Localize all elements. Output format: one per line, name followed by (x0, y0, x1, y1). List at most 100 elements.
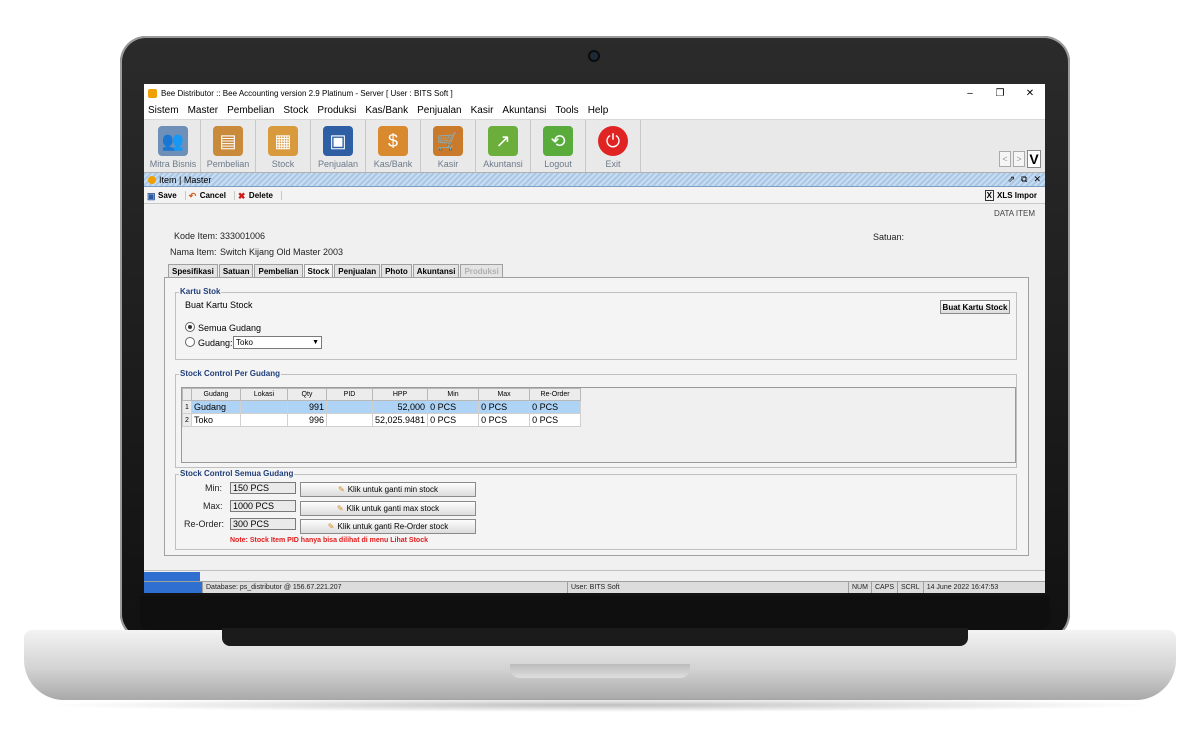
reorder-value-field: 300 PCS (230, 518, 296, 530)
nama-item-label: Nama Item: (170, 247, 217, 257)
column-header[interactable]: Lokasi (240, 388, 288, 401)
toolbar-logout-button[interactable]: ⟲ Logout (531, 120, 586, 172)
app-icon (148, 88, 157, 98)
stock-control-semua-group: Stock Control Semua Gudang Min: 150 PCS … (175, 469, 1017, 550)
close-child-button[interactable]: ✕ (1033, 174, 1041, 185)
cell-lokasi[interactable] (240, 413, 288, 427)
cell-reorder[interactable]: 0 PCS (529, 413, 582, 427)
cell-min[interactable]: 0 PCS (427, 400, 480, 414)
boxes-icon: ▦ (268, 126, 298, 156)
cell-gudang[interactable]: Toko (191, 413, 241, 427)
cell-max[interactable]: 0 PCS (478, 400, 531, 414)
change-max-label: Klik untuk ganti max stock (346, 504, 440, 513)
menu-kasir[interactable]: Kasir (471, 105, 494, 116)
toolbar-label: Kasir (437, 159, 459, 169)
menu-produksi[interactable]: Produksi (317, 105, 356, 116)
change-min-stock-button[interactable]: ✎ Klik untuk ganti min stock (300, 482, 476, 497)
tab-stock[interactable]: Stock (303, 264, 334, 278)
next-arrow-button[interactable]: > (1013, 151, 1025, 167)
cancel-label: Cancel (199, 190, 226, 200)
main-toolbar: 👥 Mitra Bisnis ▤ Pembelian ▦ Stock ▣ Penjual… (144, 120, 1045, 173)
semua-gudang-radio[interactable]: Semua Gudang (185, 322, 261, 333)
progress-bar (144, 572, 200, 581)
minimize-button[interactable]: – (955, 88, 985, 99)
tab-satuan[interactable]: Satuan (218, 264, 254, 278)
tab-produksi: Produksi (460, 264, 503, 278)
gudang-select[interactable]: Toko ▼ (233, 336, 322, 349)
toolbar-label: Logout (544, 159, 572, 169)
save-button[interactable]: ▣ Save (144, 190, 186, 201)
edit-icon: ✎ (338, 485, 345, 494)
prev-arrow-button[interactable]: < (999, 151, 1011, 167)
menu-kas-bank[interactable]: Kas/Bank (365, 105, 408, 116)
table-row[interactable]: 1 Gudang 991 52,000 0 PCS 0 PCS 0 PCS (182, 400, 582, 414)
menu-help[interactable]: Help (588, 105, 609, 116)
cell-lokasi[interactable] (240, 400, 288, 414)
menu-sistem[interactable]: Sistem (148, 105, 179, 116)
xls-impor-button[interactable]: X XLS Impor (984, 189, 1045, 201)
cell-hpp[interactable]: 52,000 (371, 400, 429, 414)
menu-master[interactable]: Master (188, 105, 219, 116)
status-bar: Database: ps_distributor @ 156.67.221.20… (144, 581, 1045, 593)
detach-child-button[interactable]: ⧉ (1021, 174, 1027, 185)
stock-control-semua-title: Stock Control Semua Gudang (179, 469, 295, 478)
window-menu-button[interactable]: V (1027, 150, 1041, 168)
column-header[interactable]: Gudang (191, 388, 241, 401)
laptop-shadow (40, 698, 1160, 712)
column-header[interactable]: Min (427, 388, 480, 401)
toolbar-mitra-bisnis-button[interactable]: 👥 Mitra Bisnis (146, 120, 201, 172)
toolbar-pembelian-button[interactable]: ▤ Pembelian (201, 120, 256, 172)
cancel-button[interactable]: ↶ Cancel (186, 190, 235, 201)
toolbar-stock-button[interactable]: ▦ Stock (256, 120, 311, 172)
stock-grid: Gudang Lokasi Qty PID HPP Min Max Re-Ord… (181, 387, 1016, 463)
menu-penjualan[interactable]: Penjualan (417, 105, 461, 116)
column-header[interactable]: PID (326, 388, 373, 401)
max-label: Max: (203, 501, 223, 511)
cell-gudang[interactable]: Gudang (191, 400, 241, 414)
menu-pembelian[interactable]: Pembelian (227, 105, 274, 116)
window-title: Bee Distributor :: Bee Accounting versio… (161, 88, 453, 98)
toolbar-exit-button[interactable]: ⏻ Exit (586, 120, 641, 172)
buat-kartu-stock-label: Buat Kartu Stock (185, 300, 253, 310)
section-label: DATA ITEM (993, 209, 1035, 218)
change-min-label: Klik untuk ganti min stock (347, 485, 438, 494)
gudang-radio[interactable]: Gudang: (185, 337, 233, 348)
cell-pid[interactable] (326, 413, 373, 427)
menu-tools[interactable]: Tools (555, 105, 578, 116)
restore-child-button[interactable]: ⇗ (1007, 174, 1015, 185)
menu-stock[interactable]: Stock (283, 105, 308, 116)
tab-penjualan[interactable]: Penjualan (334, 264, 381, 278)
buat-kartu-stock-button[interactable]: Buat Kartu Stock (940, 300, 1010, 314)
toolbar-penjualan-button[interactable]: ▣ Penjualan (311, 120, 366, 172)
cell-max[interactable]: 0 PCS (478, 413, 531, 427)
column-header[interactable]: Qty (287, 388, 327, 401)
cell-qty[interactable]: 991 (287, 400, 327, 414)
menu-akuntansi[interactable]: Akuntansi (502, 105, 546, 116)
toolbar-akuntansi-button[interactable]: ↗ Akuntansi (476, 120, 531, 172)
tab-photo[interactable]: Photo (381, 264, 412, 278)
toolbar-kas-bank-button[interactable]: $ Kas/Bank (366, 120, 421, 172)
tab-pembelian[interactable]: Pembelian (254, 264, 303, 278)
tab-akuntansi[interactable]: Akuntansi (412, 264, 460, 278)
tab-spesifikasi[interactable]: Spesifikasi (168, 264, 218, 278)
table-row[interactable]: 2 Toko 996 52,025.9481 0 PCS 0 PCS 0 PCS (182, 413, 582, 427)
column-header[interactable]: Re-Order (529, 388, 582, 401)
toolbar-label: Kas/Bank (373, 159, 413, 169)
cell-min[interactable]: 0 PCS (427, 413, 480, 427)
maximize-button[interactable]: ❐ (985, 88, 1015, 99)
cell-reorder[interactable]: 0 PCS (529, 400, 582, 414)
column-header[interactable]: Max (478, 388, 531, 401)
item-icon (148, 175, 156, 184)
cell-qty[interactable]: 996 (287, 413, 327, 427)
toolbar-kasir-button[interactable]: 🛒 Kasir (421, 120, 476, 172)
camera (590, 52, 598, 60)
change-reorder-stock-button[interactable]: ✎ Klik untuk ganti Re-Order stock (300, 519, 476, 534)
cell-pid[interactable] (326, 400, 373, 414)
change-max-stock-button[interactable]: ✎ Klik untuk ganti max stock (300, 501, 476, 516)
column-header[interactable]: HPP (371, 388, 429, 401)
cell-hpp[interactable]: 52,025.9481 (371, 413, 429, 427)
excel-icon: X (984, 189, 994, 201)
action-bar: ▣ Save ↶ Cancel ✖ Delete X XLS Impor (144, 187, 1045, 204)
delete-button[interactable]: ✖ Delete (235, 190, 282, 201)
close-button[interactable]: ✕ (1015, 88, 1045, 99)
